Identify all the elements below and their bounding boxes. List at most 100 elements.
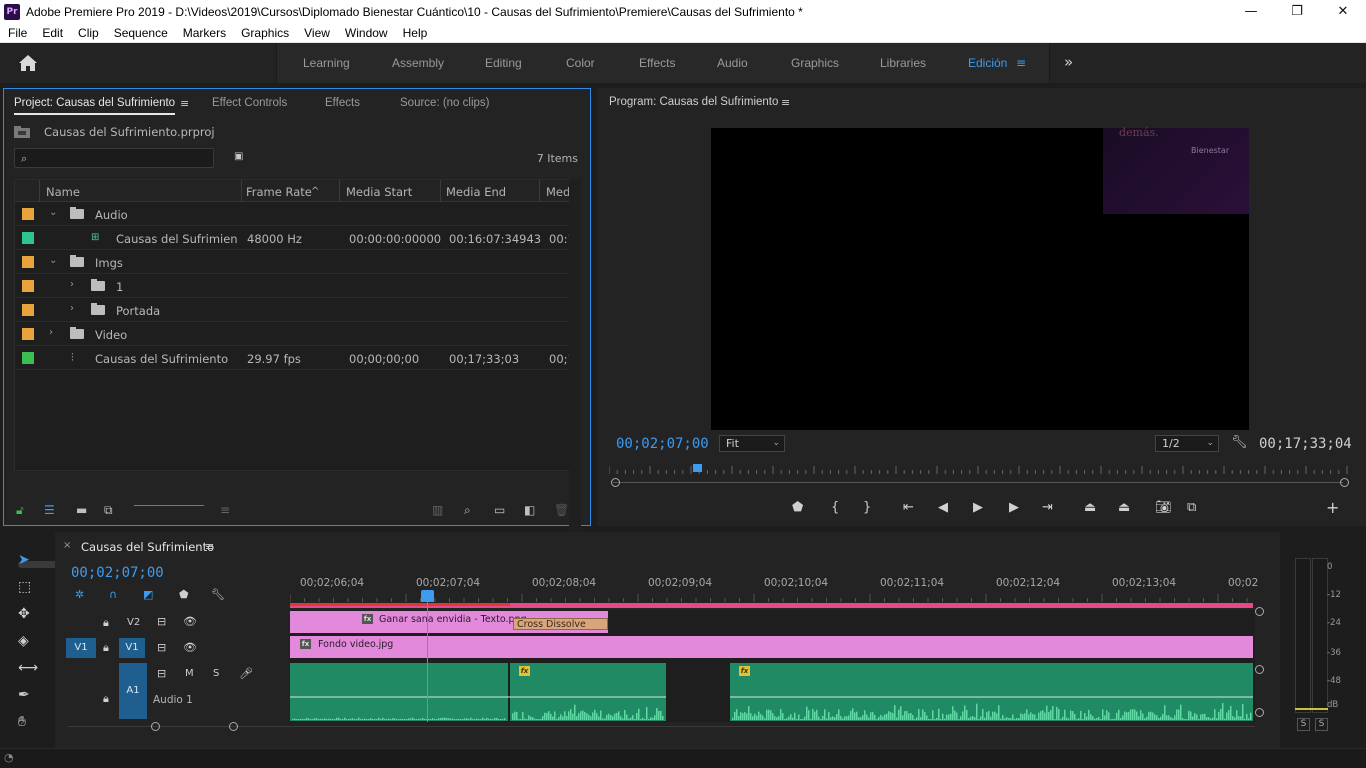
workspace-tab-editing[interactable]: Editing: [485, 56, 522, 70]
menu-markers[interactable]: Markers: [175, 26, 233, 40]
program-playhead[interactable]: [693, 464, 702, 472]
workspace-tab-learning[interactable]: Learning: [303, 56, 350, 70]
cross-dissolve-transition[interactable]: Cross Dissolve: [513, 618, 608, 630]
menu-sequence[interactable]: Sequence: [106, 26, 175, 40]
column-name[interactable]: Name: [46, 185, 80, 199]
button-editor-button[interactable]: +: [1326, 498, 1339, 517]
snap-icon[interactable]: ∩: [109, 588, 117, 601]
lift-button[interactable]: ⏏︎: [1084, 500, 1096, 515]
step-forward-button[interactable]: ▶︎: [1009, 500, 1019, 515]
timeline-tracks[interactable]: fx Ganar sana envidia - Texto.png Cross …: [290, 610, 1255, 722]
chevron-down-icon[interactable]: ⌄: [49, 255, 57, 266]
more-workspaces-icon[interactable]: »: [1064, 53, 1073, 71]
tab-effects[interactable]: Effects: [325, 97, 360, 109]
menu-view[interactable]: View: [296, 26, 337, 40]
tab-effect-controls[interactable]: Effect Controls: [212, 97, 287, 109]
audio-waveform-clips[interactable]: [290, 663, 1255, 721]
menu-file[interactable]: File: [0, 26, 34, 40]
workspace-tab-audio[interactable]: Audio: [717, 56, 748, 70]
step-back-button[interactable]: ◀︎: [938, 500, 948, 515]
timeline-zoom-end-handle[interactable]: [229, 722, 238, 731]
lock-track-icon[interactable]: 🔒︎: [103, 641, 109, 655]
track-label-v2[interactable]: V2: [127, 617, 140, 628]
project-row[interactable]: ⌄ Audio: [15, 202, 567, 226]
project-row[interactable]: › Video: [15, 322, 567, 346]
icon-view-icon[interactable]: ▬: [76, 503, 87, 517]
vertical-zoom-handle[interactable]: [1255, 607, 1264, 616]
toggle-output-icon[interactable]: 👁︎: [183, 641, 197, 654]
lock-track-icon[interactable]: 🔒︎: [103, 616, 109, 630]
project-row[interactable]: › 1: [15, 274, 567, 298]
close-sequence-icon[interactable]: ×: [63, 540, 71, 551]
program-menu-icon[interactable]: ≡: [781, 96, 790, 109]
timeline-zoom-start-handle[interactable]: [151, 722, 160, 731]
home-icon[interactable]: [16, 53, 40, 73]
track-select-tool-icon[interactable]: ⬚: [18, 579, 31, 595]
hand-tool-icon[interactable]: ✋︎: [18, 714, 26, 730]
scrub-end-handle[interactable]: [1340, 478, 1349, 487]
track-label-a1[interactable]: A1: [119, 663, 147, 719]
label-color-swatch[interactable]: [22, 280, 34, 292]
timeline-settings-icon[interactable]: 🔧︎: [211, 588, 225, 601]
program-scrub-bar[interactable]: [613, 482, 1343, 483]
find-footer-icon[interactable]: ⌕: [464, 503, 471, 518]
workspace-tab-color[interactable]: Color: [566, 56, 595, 70]
project-row[interactable]: › Portada: [15, 298, 567, 322]
timeline-ruler[interactable]: 00;02;06;04 00;02;07;04 00;02;08;04 00;02;0…: [290, 577, 1258, 591]
zoom-select[interactable]: Fit ⌄: [719, 435, 785, 452]
vertical-zoom-handle[interactable]: [1255, 665, 1264, 674]
program-monitor-title[interactable]: Program: Causas del Sufrimiento: [609, 96, 778, 108]
add-marker-icon[interactable]: ⬟: [179, 588, 189, 601]
program-time-ruler[interactable]: [609, 464, 1349, 478]
sync-lock-icon[interactable]: ⊟: [157, 667, 166, 680]
menu-clip[interactable]: Clip: [70, 26, 106, 40]
timeline-playhead-timecode[interactable]: 00;02;07;00: [71, 565, 164, 581]
new-item-icon[interactable]: ◧: [524, 503, 535, 517]
chevron-right-icon[interactable]: ›: [70, 279, 74, 290]
export-frame-button[interactable]: 📷︎: [1155, 500, 1172, 515]
menu-graphics[interactable]: Graphics: [233, 26, 296, 40]
label-color-swatch[interactable]: [22, 352, 34, 364]
ripple-edit-tool-icon[interactable]: ✥: [18, 606, 30, 622]
go-to-in-button[interactable]: ⇤: [903, 500, 914, 515]
label-color-swatch[interactable]: [22, 328, 34, 340]
workspace-tab-libraries[interactable]: Libraries: [880, 56, 926, 70]
column-media-start[interactable]: Media Start: [346, 185, 412, 199]
column-media-end[interactable]: Media End: [446, 185, 506, 199]
restore-button[interactable]: ❐: [1274, 0, 1320, 23]
timeline-menu-icon[interactable]: ≡: [205, 540, 214, 553]
column-frame-rate[interactable]: Frame Rate: [246, 185, 312, 199]
new-bin-icon[interactable]: ▭: [494, 503, 505, 517]
lock-track-icon[interactable]: 🔒︎: [103, 692, 109, 706]
solo-left-button[interactable]: S: [1297, 718, 1310, 731]
track-label-v1[interactable]: V1: [119, 638, 145, 658]
workspace-tab-graphics[interactable]: Graphics: [791, 56, 839, 70]
workspace-tab-assembly[interactable]: Assembly: [392, 56, 444, 70]
extract-button[interactable]: ⏏︎: [1118, 500, 1130, 515]
sequence-tab[interactable]: Causas del Sufrimiento: [81, 540, 214, 554]
wrench-icon[interactable]: 🔧︎: [1231, 435, 1248, 450]
mute-button[interactable]: M: [185, 668, 194, 679]
microphone-icon[interactable]: 🎤︎: [239, 667, 253, 680]
pen-tool-icon[interactable]: ✒︎: [18, 687, 30, 703]
mark-in-button[interactable]: {: [831, 500, 839, 515]
tab-source[interactable]: Source: (no clips): [400, 97, 489, 109]
label-color-swatch[interactable]: [22, 256, 34, 268]
razor-tool-icon[interactable]: ◈: [18, 633, 29, 649]
chevron-right-icon[interactable]: ›: [49, 327, 53, 338]
automate-to-sequence-icon[interactable]: ▥: [432, 503, 443, 517]
resolution-select[interactable]: 1/2 ⌄: [1155, 435, 1219, 452]
sync-lock-icon[interactable]: ⊟: [157, 641, 166, 654]
project-panel-menu-icon[interactable]: ≡: [180, 97, 189, 110]
workspace-tab-edicion[interactable]: Edición: [968, 56, 1007, 70]
comparison-view-button[interactable]: ⧉: [1187, 500, 1196, 515]
sync-lock-icon[interactable]: ⊟: [157, 615, 166, 628]
menu-help[interactable]: Help: [395, 26, 435, 40]
project-row[interactable]: ⌄ Imgs: [15, 250, 567, 274]
slip-tool-icon[interactable]: ⟷: [18, 660, 38, 676]
v1-image-clip[interactable]: fx Fondo video.jpg: [290, 636, 1253, 658]
play-button[interactable]: ▶︎: [973, 500, 983, 515]
chevron-right-icon[interactable]: ›: [70, 303, 74, 314]
project-row[interactable]: ⫶ Causas del Sufrimiento 29.97 fps 00;00;00…: [15, 346, 575, 370]
timeline-playhead[interactable]: [427, 590, 428, 722]
